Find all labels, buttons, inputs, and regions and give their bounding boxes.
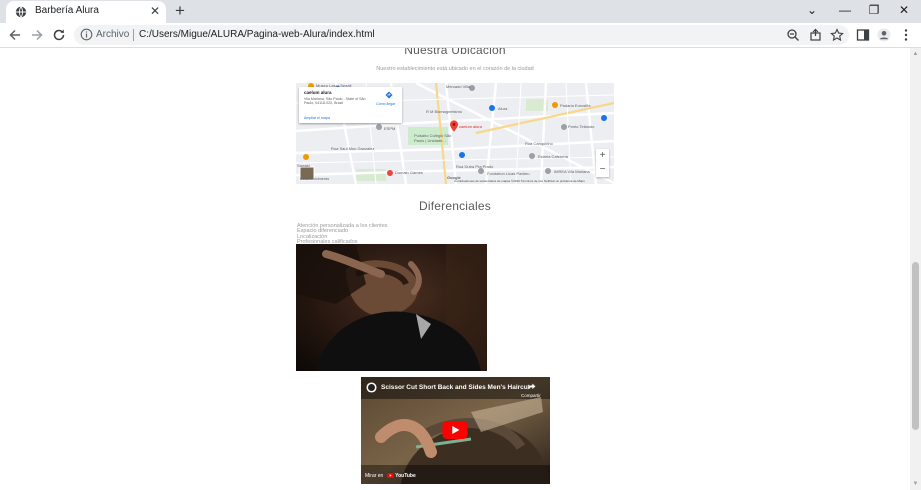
map-label: R M Biomagnetismo xyxy=(426,109,463,114)
barber-photo-image xyxy=(296,244,487,371)
map-label: Rua Saul Mou Ganzalez xyxy=(331,146,375,151)
map-label: Rua Dutra Pra Prado xyxy=(456,164,494,169)
share-icon[interactable] xyxy=(809,28,823,42)
map-label: Ponto Teilando xyxy=(568,124,595,129)
zoom-icon[interactable] xyxy=(786,28,800,42)
menu-kebab-icon[interactable] xyxy=(899,28,913,42)
map-label: Rua Canquinho xyxy=(525,141,553,146)
map-info-card: caelum alura Vila Mariana, São Paulo - S… xyxy=(299,87,402,123)
scroll-up-arrow-icon[interactable]: ▲ xyxy=(912,51,919,57)
map-label: Mercado Villa xyxy=(446,84,471,89)
video-title[interactable]: Scissor Cut Short Back and Sides Men's H… xyxy=(381,384,530,391)
watch-on-label[interactable]: Mirar en YouTube xyxy=(365,473,416,479)
info-icon[interactable] xyxy=(80,28,93,41)
map-label: Pulsário Colégio São Paulo | Unidade... xyxy=(414,133,452,143)
profile-avatar-icon[interactable] xyxy=(877,28,891,42)
watch-on-text: Mirar en xyxy=(365,473,384,479)
tab-search-button[interactable]: ⌄ xyxy=(802,2,822,18)
minimize-button[interactable]: — xyxy=(835,2,855,18)
map-label: Domain Games xyxy=(395,170,423,175)
location-heading: Nuestra Ubicación xyxy=(404,48,506,57)
map-label: ESPM xyxy=(384,126,396,131)
map-label: Padaria Eurosifla xyxy=(560,103,591,108)
url-scheme-label: Archivo xyxy=(96,29,130,40)
enlarge-map-link[interactable]: Ampliar el mapa xyxy=(304,116,330,120)
tab-close-button[interactable]: ✕ xyxy=(150,4,160,18)
restore-button[interactable]: ❐ xyxy=(864,2,884,18)
close-window-button[interactable]: ✕ xyxy=(894,2,914,18)
map-attribution[interactable]: Combinaciones de teclas Datos de mapas ©… xyxy=(454,179,585,183)
barber-photo xyxy=(296,244,487,371)
map-label: Estrela Cafeteria xyxy=(538,154,568,159)
map-label: Sawaki xyxy=(297,163,310,168)
zoom-out-button[interactable]: − xyxy=(596,163,609,177)
forward-icon[interactable] xyxy=(29,27,45,43)
zoom-in-button[interactable]: + xyxy=(596,149,609,163)
zoom-controls: + − xyxy=(596,149,609,177)
new-tab-button[interactable]: + xyxy=(175,1,185,21)
reload-icon[interactable] xyxy=(51,27,67,43)
diferenciales-heading: Diferenciales xyxy=(419,199,491,213)
youtube-play-button-icon[interactable] xyxy=(442,421,468,439)
page-viewport: Nuestra Ubicación Nuestro establecimient… xyxy=(0,48,910,490)
map-embed[interactable]: caelum alura Museu Lasar Segall Mercado … xyxy=(296,83,614,184)
youtube-wordmark: YouTube xyxy=(395,473,416,479)
tab-title: Barbería Alura xyxy=(35,5,99,16)
share-button[interactable]: Compartir xyxy=(521,393,541,398)
bookmark-star-icon[interactable] xyxy=(830,28,844,42)
browser-toolbar: Archivo C:/Users/Migue/ALURA/Pagina-web-… xyxy=(0,23,921,48)
place-address: Vila Mariana, São Paulo - State of São P… xyxy=(304,97,366,106)
globe-icon xyxy=(15,6,27,18)
map-pin-icon[interactable] xyxy=(450,120,458,132)
map-label: Desenvolvimento xyxy=(300,177,330,181)
active-tab[interactable]: Barbería Alura ✕ xyxy=(6,1,166,23)
youtube-logo-icon xyxy=(386,473,394,479)
map-pin-label: caelum alura xyxy=(459,124,482,129)
share-arrow-icon[interactable] xyxy=(527,383,536,390)
scroll-thumb[interactable] xyxy=(912,262,919,430)
directions-icon[interactable] xyxy=(385,91,393,99)
map-label: Alura xyxy=(498,106,508,111)
scroll-down-arrow-icon[interactable]: ▼ xyxy=(912,481,919,487)
map-label: Fondation Licas Pavlieu xyxy=(487,171,530,176)
channel-avatar-icon[interactable] xyxy=(366,382,377,393)
map-label: IMREA Vila Mariana xyxy=(554,169,590,174)
tab-strip: Barbería Alura ✕ + ⌄ — ❐ ✕ xyxy=(0,0,921,23)
address-bar[interactable]: Archivo C:/Users/Migue/ALURA/Pagina-web-… xyxy=(74,25,849,45)
directions-link[interactable]: Cómo llegar xyxy=(376,102,395,106)
back-icon[interactable] xyxy=(7,27,23,43)
youtube-video-embed[interactable]: Scissor Cut Short Back and Sides Men's H… xyxy=(361,377,550,484)
location-subtitle: Nuestro establecimiento está ubicado en … xyxy=(376,66,534,72)
url-separator xyxy=(133,29,134,41)
diferenciales-list: Atención personalizada a los clientes Es… xyxy=(297,223,388,246)
place-name: caelum alura xyxy=(304,90,332,95)
url-text[interactable]: C:/Users/Migue/ALURA/Pagina-web-Alura/in… xyxy=(139,29,375,40)
vertical-scrollbar[interactable]: ▲ ▼ xyxy=(910,48,921,490)
side-panel-icon[interactable] xyxy=(856,28,870,42)
